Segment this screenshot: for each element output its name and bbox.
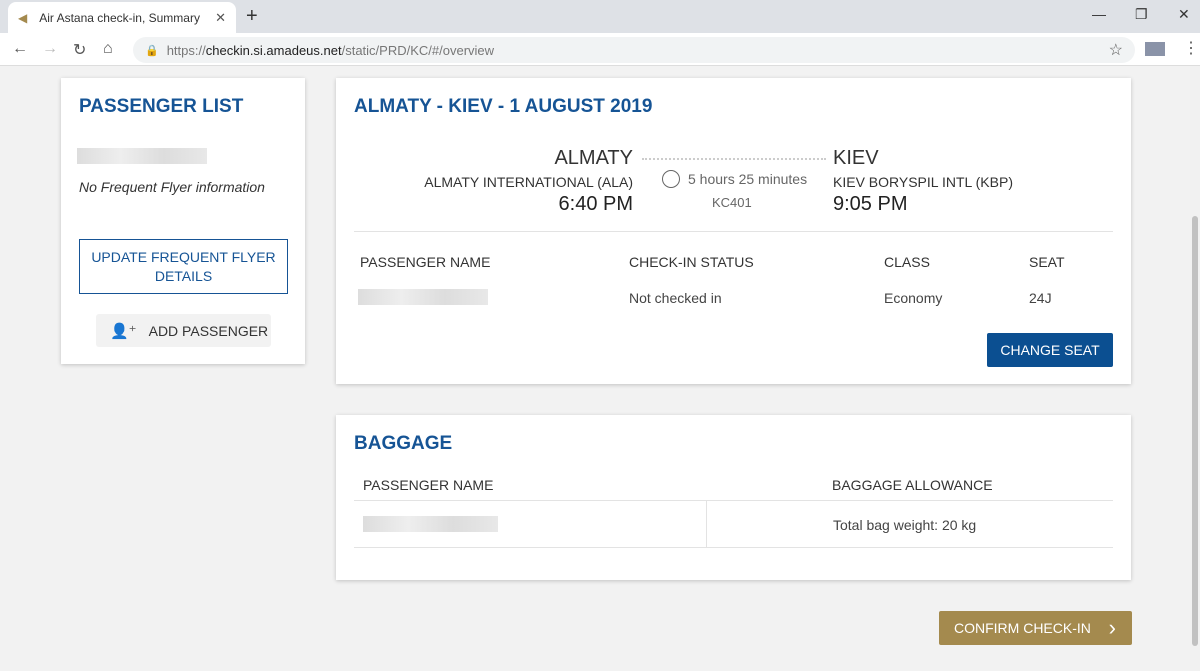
dest-city: KIEV	[833, 147, 879, 169]
duration-text: 5 hours 25 minutes	[688, 171, 808, 187]
seat-value: 24J	[1029, 290, 1052, 306]
chevron-right-icon: ›	[1108, 615, 1116, 640]
browser-tab[interactable]: ◀ Air Astana check-in, Summary ✕	[8, 2, 236, 33]
update-ff-button[interactable]: UPDATE FREQUENT FLYER DETAILS	[79, 239, 288, 294]
col-baggage-allowance: BAGGAGE ALLOWANCE	[832, 477, 993, 493]
dest-airport: KIEV BORYSPIL INTL (KBP)	[833, 174, 1013, 190]
add-passenger-button[interactable]: 👤⁺ ADD PASSENGER	[96, 314, 271, 347]
url-scheme: https://	[166, 42, 206, 58]
change-seat-button[interactable]: CHANGE SEAT	[987, 333, 1113, 367]
url-path: /static/PRD/KC/#/overview	[341, 42, 495, 58]
duration: 5 hours 25 minutes	[662, 170, 807, 188]
passenger-name-redacted	[77, 148, 207, 164]
address-bar[interactable]: 🔒 https://checkin.si.amadeus.net/static/…	[133, 37, 1135, 63]
baggage-allowance: Total bag weight: 20 kg	[833, 517, 977, 533]
passenger-name-redacted	[358, 289, 488, 305]
minimize-icon[interactable]: —	[1092, 6, 1106, 22]
divider	[354, 231, 1113, 232]
route-line	[642, 158, 826, 160]
lock-icon: 🔒	[145, 44, 159, 57]
airline-favicon-icon: ◀	[18, 10, 28, 25]
new-tab-icon[interactable]: +	[246, 5, 258, 28]
flight-number: KC401	[712, 195, 752, 210]
divider	[354, 547, 1113, 548]
checkin-status: Not checked in	[629, 290, 722, 306]
browser-toolbar: ← → ↻ ⌂ 🔒 https://checkin.si.amadeus.net…	[0, 33, 1200, 66]
col-passenger-name: PASSENGER NAME	[363, 477, 494, 493]
back-icon[interactable]: ←	[12, 40, 28, 58]
passenger-list-title: PASSENGER LIST	[79, 96, 244, 117]
confirm-checkin-button[interactable]: CONFIRM CHECK-IN ›	[939, 611, 1132, 645]
passenger-name-redacted	[363, 516, 498, 532]
add-user-icon: 👤⁺	[110, 322, 137, 340]
origin-airport: ALMATY INTERNATIONAL (ALA)	[424, 174, 633, 190]
home-icon[interactable]: ⌂	[103, 40, 113, 58]
close-tab-icon[interactable]: ✕	[215, 10, 226, 26]
bookmark-star-icon[interactable]: ☆	[1109, 40, 1123, 60]
url-host: checkin.si.amadeus.net	[205, 42, 342, 58]
forward-icon[interactable]: →	[42, 40, 58, 58]
class-value: Economy	[884, 290, 943, 306]
divider	[706, 501, 707, 547]
col-seat: SEAT	[1029, 254, 1065, 270]
flight-title: ALMATY - KIEV - 1 AUGUST 2019	[354, 96, 653, 117]
scrollbar-thumb[interactable]	[1192, 216, 1198, 646]
arrival-time: 9:05 PM	[833, 193, 908, 215]
scrollbar[interactable]	[1190, 66, 1200, 671]
divider	[354, 500, 1113, 501]
baggage-card: BAGGAGE PASSENGER NAME BAGGAGE ALLOWANCE…	[336, 415, 1131, 580]
baggage-title: BAGGAGE	[354, 433, 453, 454]
clock-icon	[662, 170, 680, 188]
reload-icon[interactable]: ↻	[73, 40, 86, 60]
col-passenger-name: PASSENGER NAME	[360, 254, 491, 270]
flight-card: ALMATY - KIEV - 1 AUGUST 2019 ALMATY ALM…	[336, 78, 1131, 384]
tab-bar: ◀ Air Astana check-in, Summary ✕ + — ❐ ✕	[0, 0, 1200, 33]
confirm-checkin-label: CONFIRM CHECK-IN	[954, 620, 1091, 636]
departure-time: 6:40 PM	[558, 193, 633, 215]
profile-avatar[interactable]	[1145, 42, 1165, 56]
col-checkin-status: CHECK-IN STATUS	[629, 254, 754, 270]
page-content: PASSENGER LIST No Frequent Flyer informa…	[0, 66, 1190, 671]
ff-info: No Frequent Flyer information	[79, 179, 265, 195]
origin-city: ALMATY	[554, 147, 633, 169]
menu-icon[interactable]: ⋮	[1183, 38, 1199, 58]
passenger-list-card: PASSENGER LIST No Frequent Flyer informa…	[61, 78, 305, 364]
tab-title: Air Astana check-in, Summary	[39, 10, 200, 25]
add-passenger-label: ADD PASSENGER	[148, 322, 269, 339]
restore-icon[interactable]: ❐	[1135, 6, 1148, 23]
col-class: CLASS	[884, 254, 930, 270]
close-window-icon[interactable]: ✕	[1178, 6, 1190, 23]
